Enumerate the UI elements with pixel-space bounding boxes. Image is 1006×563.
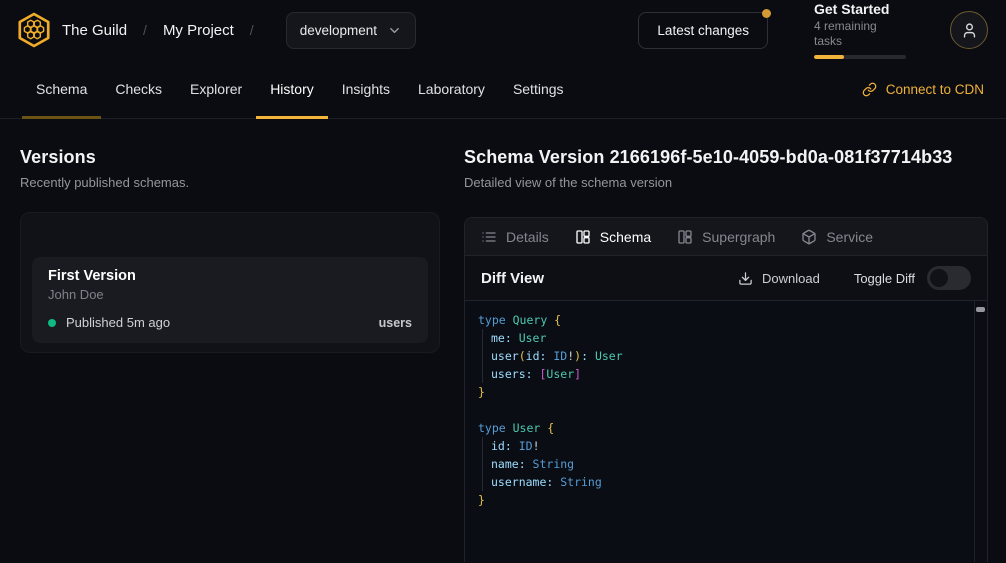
versions-list: First Version John Doe Published 5m ago … bbox=[32, 257, 428, 343]
version-detail-panel: Schema Version 2166196f-5e10-4059-bd0a-0… bbox=[464, 119, 1006, 562]
get-started-title: Get Started bbox=[814, 1, 906, 18]
hive-logo-icon[interactable] bbox=[18, 12, 50, 48]
breadcrumb-separator: / bbox=[250, 22, 254, 38]
download-label: Download bbox=[762, 271, 820, 286]
detail-tab-service[interactable]: Service bbox=[788, 218, 886, 255]
nav-tab-label: Explorer bbox=[190, 81, 242, 97]
get-started-progress-fill bbox=[814, 55, 844, 59]
target-nav: Schema Checks Explorer History Insights … bbox=[0, 60, 1006, 119]
toggle-diff-switch[interactable] bbox=[927, 266, 971, 290]
schema-code-view: type Query {me: Useruser(id: ID!): Useru… bbox=[465, 301, 987, 562]
code-line: name: String bbox=[478, 455, 971, 473]
nav-tab-underline bbox=[499, 116, 578, 119]
detail-tab-details[interactable]: Details bbox=[481, 218, 562, 255]
code-line: type User { bbox=[478, 419, 971, 437]
published-status-dot bbox=[48, 319, 56, 327]
nav-tab-schema[interactable]: Schema bbox=[22, 60, 101, 118]
nav-tab-label: History bbox=[270, 81, 314, 97]
nav-tab-insights[interactable]: Insights bbox=[328, 60, 404, 118]
nav-tab-label: Schema bbox=[36, 81, 87, 97]
top-header: The Guild / My Project / development Lat… bbox=[0, 0, 1006, 60]
nav-tab-label: Laboratory bbox=[418, 81, 485, 97]
code-line: } bbox=[478, 491, 971, 509]
version-detail-card: Details Schema Supergraph Service Diff V… bbox=[464, 217, 988, 562]
nav-tab-checks[interactable]: Checks bbox=[101, 60, 176, 118]
toggle-diff-label: Toggle Diff bbox=[854, 271, 915, 286]
main-content: Versions Recently published schemas. Fir… bbox=[0, 119, 1006, 562]
versions-title: Versions bbox=[20, 147, 440, 168]
get-started-widget[interactable]: Get Started 4 remaining tasks bbox=[814, 1, 906, 59]
detail-tab-supergraph[interactable]: Supergraph bbox=[664, 218, 788, 255]
code-line bbox=[478, 401, 971, 419]
nav-tab-label: Settings bbox=[513, 81, 564, 97]
versions-subtitle: Recently published schemas. bbox=[20, 175, 440, 190]
code-line: type Query { bbox=[478, 311, 971, 329]
code-scrollbar-thumb[interactable] bbox=[976, 307, 985, 312]
code-scrollbar-track[interactable] bbox=[974, 301, 987, 562]
nav-tab-label: Checks bbox=[115, 81, 162, 97]
chevron-down-icon bbox=[387, 23, 402, 38]
project-breadcrumb[interactable]: My Project bbox=[163, 22, 234, 39]
target-selector[interactable]: development bbox=[286, 12, 416, 49]
version-author: John Doe bbox=[48, 287, 412, 302]
list-icon bbox=[481, 229, 497, 245]
user-menu-button[interactable] bbox=[950, 11, 988, 49]
detail-tab-label: Supergraph bbox=[702, 229, 775, 245]
nav-tab-underline bbox=[22, 116, 101, 119]
version-name: First Version bbox=[48, 268, 412, 284]
download-icon bbox=[738, 271, 753, 286]
cube-icon bbox=[801, 229, 817, 245]
nav-tab-underline bbox=[176, 116, 256, 119]
nav-tab-history[interactable]: History bbox=[256, 60, 328, 118]
nav-tab-laboratory[interactable]: Laboratory bbox=[404, 60, 499, 118]
code-line: username: String bbox=[478, 473, 971, 491]
download-button[interactable]: Download bbox=[738, 271, 820, 286]
nav-tabs: Schema Checks Explorer History Insights … bbox=[22, 60, 578, 118]
nav-tab-underline bbox=[256, 116, 328, 119]
columns-icon bbox=[677, 229, 693, 245]
nav-tab-underline bbox=[404, 116, 499, 119]
code-line: } bbox=[478, 383, 971, 401]
target-selector-value: development bbox=[300, 23, 377, 38]
code-line: id: ID! bbox=[478, 437, 971, 455]
connect-to-cdn-label: Connect to CDN bbox=[886, 82, 984, 97]
latest-changes-label: Latest changes bbox=[657, 23, 749, 38]
version-list-item[interactable]: First Version John Doe Published 5m ago … bbox=[32, 257, 428, 343]
detail-tab-label: Details bbox=[506, 229, 549, 245]
version-detail-title: Schema Version 2166196f-5e10-4059-bd0a-0… bbox=[464, 147, 988, 168]
versions-list-card: First Version John Doe Published 5m ago … bbox=[20, 212, 440, 353]
breadcrumb-separator: / bbox=[143, 22, 147, 38]
columns-icon bbox=[575, 229, 591, 245]
nav-tab-underline bbox=[101, 116, 176, 119]
diff-view-title: Diff View bbox=[481, 270, 544, 287]
user-icon bbox=[961, 22, 978, 39]
detail-tab-label: Service bbox=[826, 229, 873, 245]
version-status: Published 5m ago bbox=[66, 315, 170, 330]
toggle-knob bbox=[930, 269, 948, 287]
code-line: users: [User] bbox=[478, 365, 971, 383]
org-breadcrumb[interactable]: The Guild bbox=[62, 22, 127, 39]
link-icon bbox=[862, 82, 877, 97]
get-started-progressbar bbox=[814, 55, 906, 59]
code-line: user(id: ID!): User bbox=[478, 347, 971, 365]
connect-to-cdn-button[interactable]: Connect to CDN bbox=[862, 82, 984, 97]
get-started-subtitle: 4 remaining tasks bbox=[814, 19, 906, 49]
diff-view-toolbar: Diff View Download Toggle Diff bbox=[465, 255, 987, 301]
nav-tab-label: Insights bbox=[342, 81, 390, 97]
latest-changes-button[interactable]: Latest changes bbox=[638, 12, 768, 49]
nav-tab-explorer[interactable]: Explorer bbox=[176, 60, 256, 118]
notification-dot bbox=[762, 9, 771, 18]
version-detail-subtitle: Detailed view of the schema version bbox=[464, 175, 988, 190]
nav-tab-underline bbox=[328, 116, 404, 119]
service-badge: users bbox=[379, 316, 412, 330]
detail-tab-schema[interactable]: Schema bbox=[562, 218, 664, 255]
version-detail-tabs: Details Schema Supergraph Service bbox=[465, 218, 987, 255]
nav-tab-settings[interactable]: Settings bbox=[499, 60, 578, 118]
detail-tab-label: Schema bbox=[600, 229, 651, 245]
versions-panel: Versions Recently published schemas. Fir… bbox=[0, 119, 464, 562]
schema-code-lines: type Query {me: Useruser(id: ID!): Useru… bbox=[478, 311, 971, 509]
code-line: me: User bbox=[478, 329, 971, 347]
